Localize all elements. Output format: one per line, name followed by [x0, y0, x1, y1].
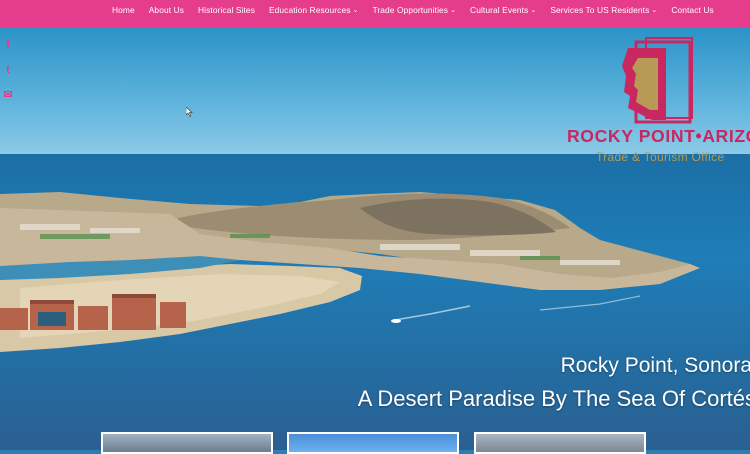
email-icon[interactable]: ✉ — [2, 88, 14, 102]
twitter-icon[interactable]: t — [2, 63, 14, 77]
main-menu: Home About Us Historical Sites Education… — [112, 0, 728, 20]
nav-item-label: About Us — [148, 5, 184, 15]
chevron-down-icon: ⌄ — [530, 6, 537, 14]
nav-item-about-us[interactable]: About Us — [149, 5, 191, 15]
nav-item-label: Historical Sites — [198, 5, 255, 15]
hero-headline: Rocky Point, Sonora — [560, 354, 750, 377]
nav-item-label: Contact Us — [671, 5, 714, 15]
chevron-down-icon: ⌄ — [450, 6, 457, 14]
facebook-icon[interactable]: f — [2, 38, 14, 52]
nav-item-label: Cultural Events — [470, 5, 529, 15]
nav-item-contact-us[interactable]: Contact Us — [671, 5, 720, 15]
hero-subheadline: A Desert Paradise By The Sea Of Cortés — [357, 386, 750, 411]
nav-item-label: Education Resources — [268, 5, 351, 15]
feature-card[interactable] — [474, 432, 646, 454]
nav-item-trade-opportunities[interactable]: Trade Opportunities ⌄ — [372, 5, 463, 15]
nav-item-label: Home — [112, 5, 135, 15]
nav-item-historical-sites[interactable]: Historical Sites — [198, 5, 262, 15]
chevron-down-icon: ⌄ — [352, 6, 359, 14]
nav-item-home[interactable]: Home — [112, 5, 142, 15]
feature-card[interactable] — [101, 432, 273, 454]
nav-item-cultural-events[interactable]: Cultural Events ⌄ — [470, 5, 543, 15]
brand-name: ROCKY POINT•ARIZONA — [567, 126, 750, 146]
brand-tagline: Trade & Tourism Office — [596, 150, 725, 164]
nav-item-label: Trade Opportunities — [372, 5, 449, 15]
top-navigation-bar: Home About Us Historical Sites Education… — [0, 0, 750, 28]
nav-item-education-resources[interactable]: Education Resources ⌄ — [269, 5, 365, 15]
nav-item-services-to-us-residents[interactable]: Services To US Residents ⌄ — [550, 5, 664, 15]
social-links: f t ✉ — [2, 38, 14, 102]
chevron-down-icon: ⌄ — [651, 6, 658, 14]
nav-item-label: Services To US Residents — [550, 5, 650, 15]
mouse-cursor-icon — [186, 107, 193, 117]
feature-card[interactable] — [287, 432, 459, 454]
